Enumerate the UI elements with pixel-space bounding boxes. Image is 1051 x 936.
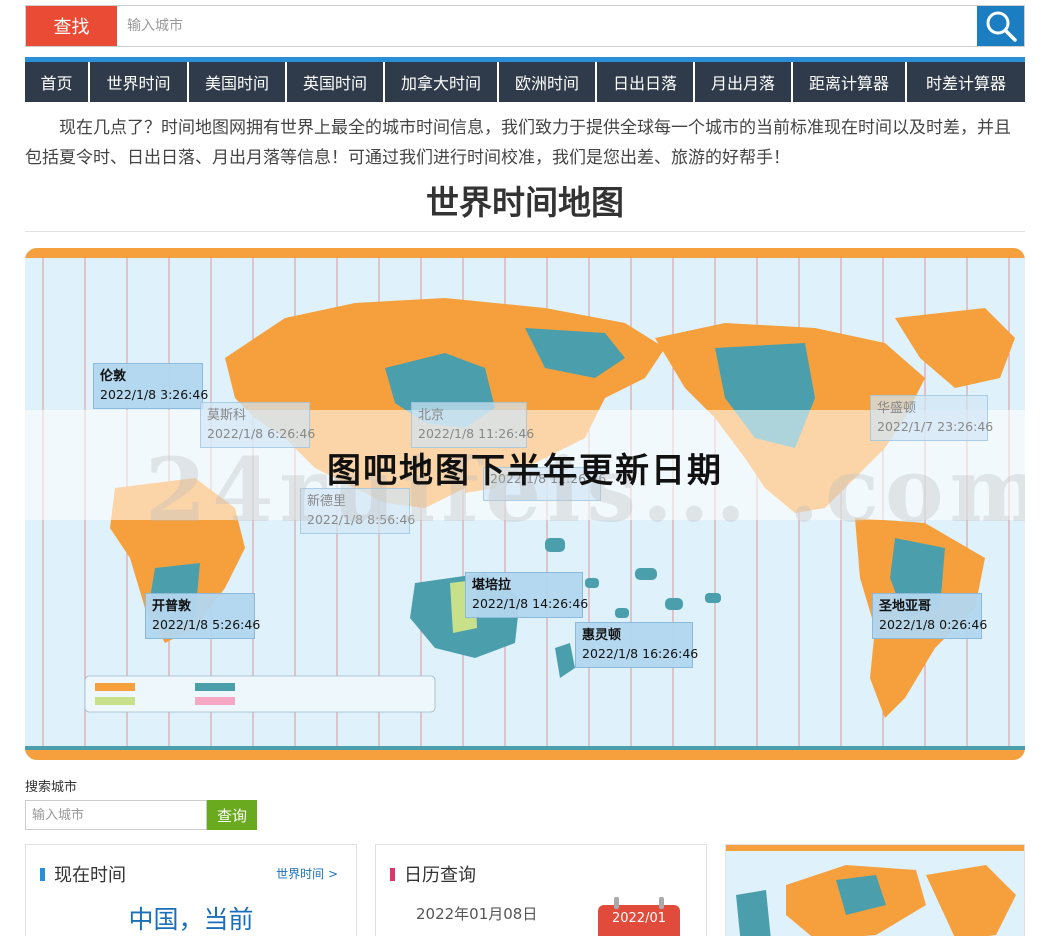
- top-search-input[interactable]: [117, 6, 977, 46]
- nav-us-time[interactable]: 美国时间: [189, 62, 287, 102]
- main-nav: 首页 世界时间 美国时间 英国时间 加拿大时间 欧洲时间 日出日落 月出月落 距…: [25, 57, 1025, 102]
- intro-text: 现在几点了？时间地图网拥有世界上最全的城市时间信息，我们致力于提供全球每一个城市…: [25, 118, 1011, 168]
- calendar-date: 2022年01月08日: [416, 905, 538, 923]
- calendar-panel: 日历查询 2022年01月08日 2022/01: [375, 844, 707, 936]
- nav-world-time[interactable]: 世界时间: [90, 62, 189, 102]
- title-divider: [25, 231, 1025, 232]
- calendar-header: 日历查询: [390, 861, 476, 887]
- city-search-input[interactable]: [25, 800, 207, 830]
- calendar-icon-label: 2022/01: [611, 911, 666, 926]
- current-time-header: 现在时间: [40, 861, 126, 887]
- city-card-santiago[interactable]: 圣地亚哥 2022/1/8 0:26:46: [872, 593, 987, 639]
- current-time-title: 现在时间: [54, 865, 126, 886]
- current-city-text: 中国，当前: [128, 905, 254, 934]
- calendar-icon[interactable]: 2022/01: [598, 897, 680, 936]
- nav-home[interactable]: 首页: [25, 62, 90, 102]
- magnifier-icon: [986, 11, 1017, 42]
- map-thumbnail-graphic: [726, 845, 1024, 936]
- top-search-bar: 查找: [25, 5, 1025, 47]
- search-city-label: 搜索城市: [25, 780, 78, 795]
- panel-accent-bar: [40, 867, 45, 881]
- panel-accent-bar: [390, 867, 395, 881]
- nav-canada-time[interactable]: 加拿大时间: [385, 62, 499, 102]
- nav-timezone-calculator[interactable]: 时差计算器: [907, 62, 1025, 102]
- calendar-ring: [614, 897, 619, 909]
- nav-sunrise-sunset[interactable]: 日出日落: [597, 62, 695, 102]
- query-button[interactable]: 查询: [207, 800, 257, 830]
- world-time-link[interactable]: 世界时间 >: [276, 865, 338, 882]
- world-time-map[interactable]: 伦敦 2022/1/8 3:26:46 开普敦 2022/1/8 5:26:46…: [25, 248, 1025, 760]
- page-title: 世界时间地图: [426, 183, 624, 222]
- nav-distance-calculator[interactable]: 距离计算器: [793, 62, 907, 102]
- map-thumbnail[interactable]: [725, 844, 1025, 936]
- city-card-cape-town[interactable]: 开普敦 2022/1/8 5:26:46: [145, 593, 260, 639]
- city-card-canberra[interactable]: 堪培拉 2022/1/8 14:26:46: [465, 572, 588, 618]
- calendar-ring: [659, 897, 664, 909]
- search-submit-button[interactable]: [977, 6, 1024, 46]
- city-card-washington[interactable]: 华盛顿 2022/1/7 23:26:46: [870, 395, 993, 441]
- find-button[interactable]: 查找: [26, 6, 117, 46]
- overlay-title: 图吧地图下半年更新日期: [327, 451, 723, 491]
- city-card-london[interactable]: 伦敦 2022/1/8 3:26:46: [93, 363, 208, 409]
- nav-moonrise-moonset[interactable]: 月出月落: [695, 62, 793, 102]
- nav-europe-time[interactable]: 欧洲时间: [499, 62, 597, 102]
- current-time-panel: 现在时间 世界时间 > 中国，当前: [25, 844, 357, 936]
- calendar-title: 日历查询: [404, 865, 476, 886]
- city-search-form: 查询: [25, 800, 257, 830]
- nav-uk-time[interactable]: 英国时间: [287, 62, 385, 102]
- city-card-wellington[interactable]: 惠灵顿 2022/1/8 16:26:46: [575, 622, 698, 668]
